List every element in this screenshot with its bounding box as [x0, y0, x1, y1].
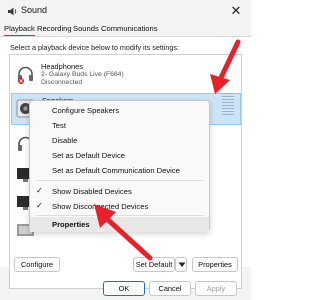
menu-set-default-device[interactable]: Set as Default Device [30, 148, 209, 163]
menu-item-label: Disable [52, 136, 78, 145]
tab-sounds[interactable]: Sounds [73, 24, 99, 36]
properties-button[interactable]: Properties [192, 257, 238, 272]
menu-item-label: Set as Default Communication Device [52, 166, 180, 175]
sound-dialog: Sound ✕ Playback Recording Sounds Commun… [0, 0, 251, 300]
tab-playback[interactable]: Playback [4, 24, 35, 36]
check-icon: ✓ [36, 201, 43, 210]
device-name-headphones: Headphones [41, 62, 83, 71]
menu-disable[interactable]: Disable [30, 133, 209, 148]
menu-item-label: Show Disabled Devices [52, 187, 132, 196]
ok-button[interactable]: OK [103, 281, 145, 296]
red-arrow-icon [210, 39, 241, 94]
window-title: Sound [21, 5, 48, 15]
menu-item-label: Set as Default Device [52, 151, 126, 160]
menu-item-label: Configure Speakers [52, 106, 120, 115]
set-default-dropdown-button[interactable] [175, 257, 187, 272]
configure-button[interactable]: Configure [14, 257, 60, 272]
tab-communications[interactable]: Communications [101, 24, 158, 36]
menu-item-label: Test [52, 121, 66, 130]
menu-separator [36, 180, 204, 181]
close-button[interactable]: ✕ [222, 1, 250, 21]
red-arrow-icon [94, 204, 153, 261]
device-subtitle-headphones: 2- Galaxy Buds Live (F684) [41, 71, 124, 78]
device-status-headphones: Disconnected [41, 79, 83, 86]
menu-configure-speakers[interactable]: Configure Speakers [30, 103, 209, 118]
menu-item-label: Properties [52, 220, 90, 229]
menu-set-default-communication-device[interactable]: Set as Default Communication Device [30, 163, 209, 178]
instruction-text: Select a playback device below to modify… [10, 43, 179, 52]
headphones-icon [18, 66, 33, 84]
menu-test[interactable]: Test [30, 118, 209, 133]
speaker-app-icon [8, 7, 17, 16]
title-bar: Sound ✕ [0, 0, 251, 22]
cancel-button[interactable]: Cancel [149, 281, 191, 296]
chevron-down-icon [178, 262, 186, 267]
check-icon: ✓ [36, 186, 43, 195]
apply-button[interactable]: Apply [195, 281, 237, 296]
menu-show-disabled-devices[interactable]: ✓ Show Disabled Devices [30, 184, 209, 199]
tab-recording[interactable]: Recording [37, 24, 72, 36]
